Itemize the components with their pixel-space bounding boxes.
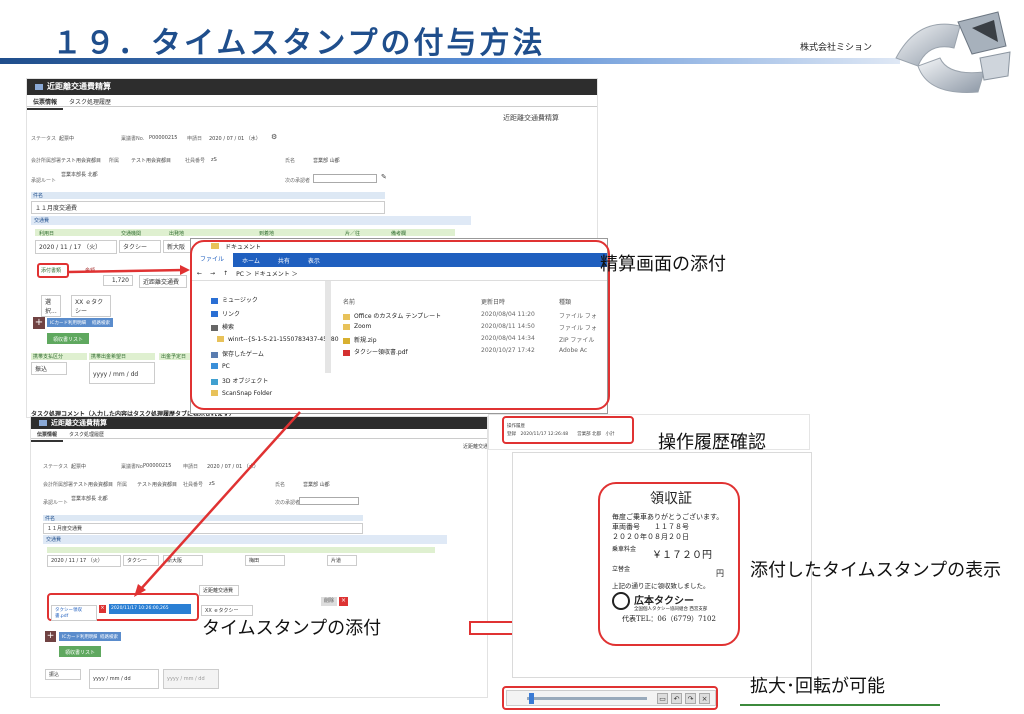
- controls-highlight: [502, 686, 718, 710]
- callout-zoom-rotate: 拡大･回転が可能: [750, 676, 885, 697]
- arrow-to-attachment: [139, 411, 301, 591]
- callout-timestamp-display: 添付したタイムスタンプの表示: [750, 560, 1002, 581]
- arrow-to-explorer: [67, 268, 185, 274]
- callout-attach-screen: 精算画面の添付: [600, 254, 726, 275]
- arrow-head-explorer: [180, 265, 190, 275]
- callout-history-check: 操作履歴確認: [658, 432, 766, 453]
- callout-timestamp-attach: タイムスタンプの添付: [202, 618, 382, 639]
- history-highlight: [502, 416, 634, 444]
- green-underline: [740, 704, 940, 706]
- receipt-highlight: [598, 482, 740, 646]
